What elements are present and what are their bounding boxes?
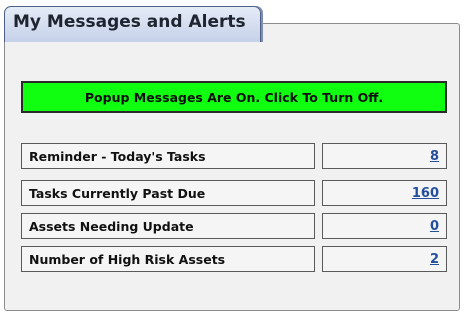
popup-messages-toggle-button[interactable]: Popup Messages Are On. Click To Turn Off… (21, 81, 447, 113)
alert-label: Reminder - Today's Tasks (29, 148, 206, 164)
widget-title: My Messages and Alerts (13, 12, 246, 32)
high-risk-assets-count-link[interactable]: 2 (430, 252, 439, 267)
alert-label: Assets Needing Update (29, 218, 194, 234)
past-due-count-link[interactable]: 160 (412, 186, 439, 201)
alert-value-cell: 8 (322, 143, 447, 169)
alert-value-cell: 0 (322, 213, 447, 239)
alert-label-cell: Assets Needing Update (21, 213, 315, 239)
alert-row-todays-tasks: Reminder - Today's Tasks 8 (0, 143, 467, 169)
alert-row-past-due: Tasks Currently Past Due 160 (0, 180, 467, 206)
alert-value-cell: 160 (322, 180, 447, 206)
assets-needing-update-count-link[interactable]: 0 (430, 219, 439, 234)
alert-row-high-risk-assets: Number of High Risk Assets 2 (0, 246, 467, 272)
alert-label-cell: Reminder - Today's Tasks (21, 143, 315, 169)
alert-label: Tasks Currently Past Due (29, 185, 206, 201)
alert-label: Number of High Risk Assets (29, 251, 226, 267)
widget-title-tab: My Messages and Alerts (4, 6, 261, 42)
alert-label-cell: Number of High Risk Assets (21, 246, 315, 272)
alert-value-cell: 2 (322, 246, 447, 272)
alert-row-assets-needing-update: Assets Needing Update 0 (0, 213, 467, 239)
popup-toggle-label: Popup Messages Are On. Click To Turn Off… (84, 89, 384, 105)
todays-tasks-count-link[interactable]: 8 (430, 149, 439, 164)
alert-label-cell: Tasks Currently Past Due (21, 180, 315, 206)
